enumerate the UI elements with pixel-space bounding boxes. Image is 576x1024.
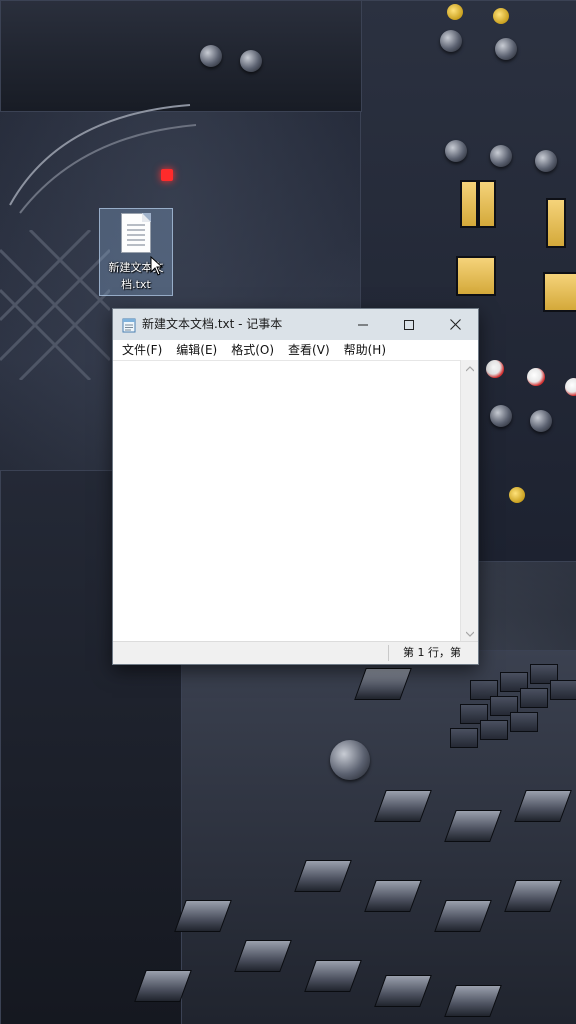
menu-view[interactable]: 查看(V) xyxy=(281,340,337,360)
knob xyxy=(440,30,462,52)
close-icon xyxy=(449,319,461,330)
menu-bar: 文件(F) 编辑(E) 格式(O) 查看(V) 帮助(H) xyxy=(113,340,478,360)
menu-file[interactable]: 文件(F) xyxy=(115,340,169,360)
pad-key xyxy=(510,712,538,732)
mesh-pattern xyxy=(0,230,110,380)
chevron-up-icon xyxy=(465,365,474,371)
cursor-position-status: 第 1 行，第 xyxy=(403,646,461,659)
mouse-cursor-icon xyxy=(150,256,164,276)
pad-key xyxy=(520,688,548,708)
knob xyxy=(445,140,467,162)
desktop-file-icon[interactable]: 新建文本文档.txt xyxy=(99,208,173,296)
pad-key xyxy=(480,720,508,740)
knob xyxy=(240,50,262,72)
notepad-icon xyxy=(122,318,136,333)
pad-key xyxy=(550,680,576,700)
pad-key xyxy=(450,728,478,748)
scroll-up-button[interactable] xyxy=(461,360,478,377)
knob xyxy=(490,145,512,167)
desktop-wallpaper: 新建文本文档.txt 新建文本文档.txt - 记事本 文件(F) 编辑(E) … xyxy=(0,0,576,1024)
yellow-fader xyxy=(478,180,496,228)
menu-format[interactable]: 格式(O) xyxy=(224,340,281,360)
status-bar: 第 1 行，第 xyxy=(113,641,478,664)
text-file-icon xyxy=(121,213,151,253)
knob xyxy=(530,410,552,432)
yellow-fader xyxy=(460,180,478,228)
minimize-button[interactable] xyxy=(340,309,386,340)
vertical-scrollbar[interactable] xyxy=(460,360,478,642)
knob xyxy=(495,38,517,60)
window-title: 新建文本文档.txt - 记事本 xyxy=(142,317,283,331)
yellow-switch xyxy=(509,487,525,503)
knob xyxy=(535,150,557,172)
notepad-window[interactable]: 新建文本文档.txt - 记事本 文件(F) 编辑(E) 格式(O) 查看(V)… xyxy=(112,308,479,665)
cable-arc xyxy=(9,104,197,214)
yellow-switch xyxy=(447,4,463,20)
red-switch xyxy=(527,368,545,386)
minimize-icon xyxy=(358,324,368,325)
chevron-down-icon xyxy=(465,631,474,637)
scroll-down-button[interactable] xyxy=(461,625,478,642)
title-bar[interactable]: 新建文本文档.txt - 记事本 xyxy=(113,309,478,340)
yellow-button xyxy=(456,256,496,296)
menu-help[interactable]: 帮助(H) xyxy=(337,340,393,360)
text-editor-area[interactable] xyxy=(113,360,461,642)
yellow-button xyxy=(543,272,576,312)
yellow-switch xyxy=(493,8,509,24)
status-divider xyxy=(388,645,389,661)
knob xyxy=(330,740,370,780)
knob xyxy=(200,45,222,67)
red-switch xyxy=(565,378,576,396)
menu-edit[interactable]: 编辑(E) xyxy=(169,340,224,360)
maximize-icon xyxy=(404,319,414,330)
yellow-fader xyxy=(546,198,566,248)
knob xyxy=(490,405,512,427)
close-button[interactable] xyxy=(432,309,478,340)
red-switch xyxy=(486,360,504,378)
maximize-button[interactable] xyxy=(386,309,432,340)
